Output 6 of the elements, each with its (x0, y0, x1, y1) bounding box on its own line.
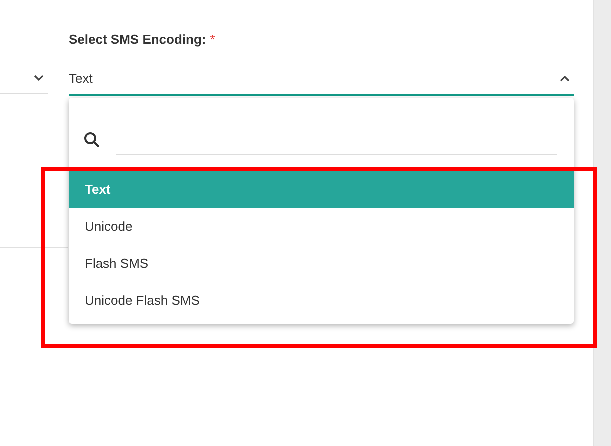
encoding-select[interactable]: Text (69, 63, 574, 96)
field-label: Select SMS Encoding: (69, 32, 206, 46)
dropdown-option[interactable]: Unicode Flash SMS (69, 282, 574, 319)
required-mark: * (210, 32, 216, 46)
dropdown-option[interactable]: Flash SMS (69, 245, 574, 282)
dropdown-option[interactable]: Unicode (69, 208, 574, 245)
